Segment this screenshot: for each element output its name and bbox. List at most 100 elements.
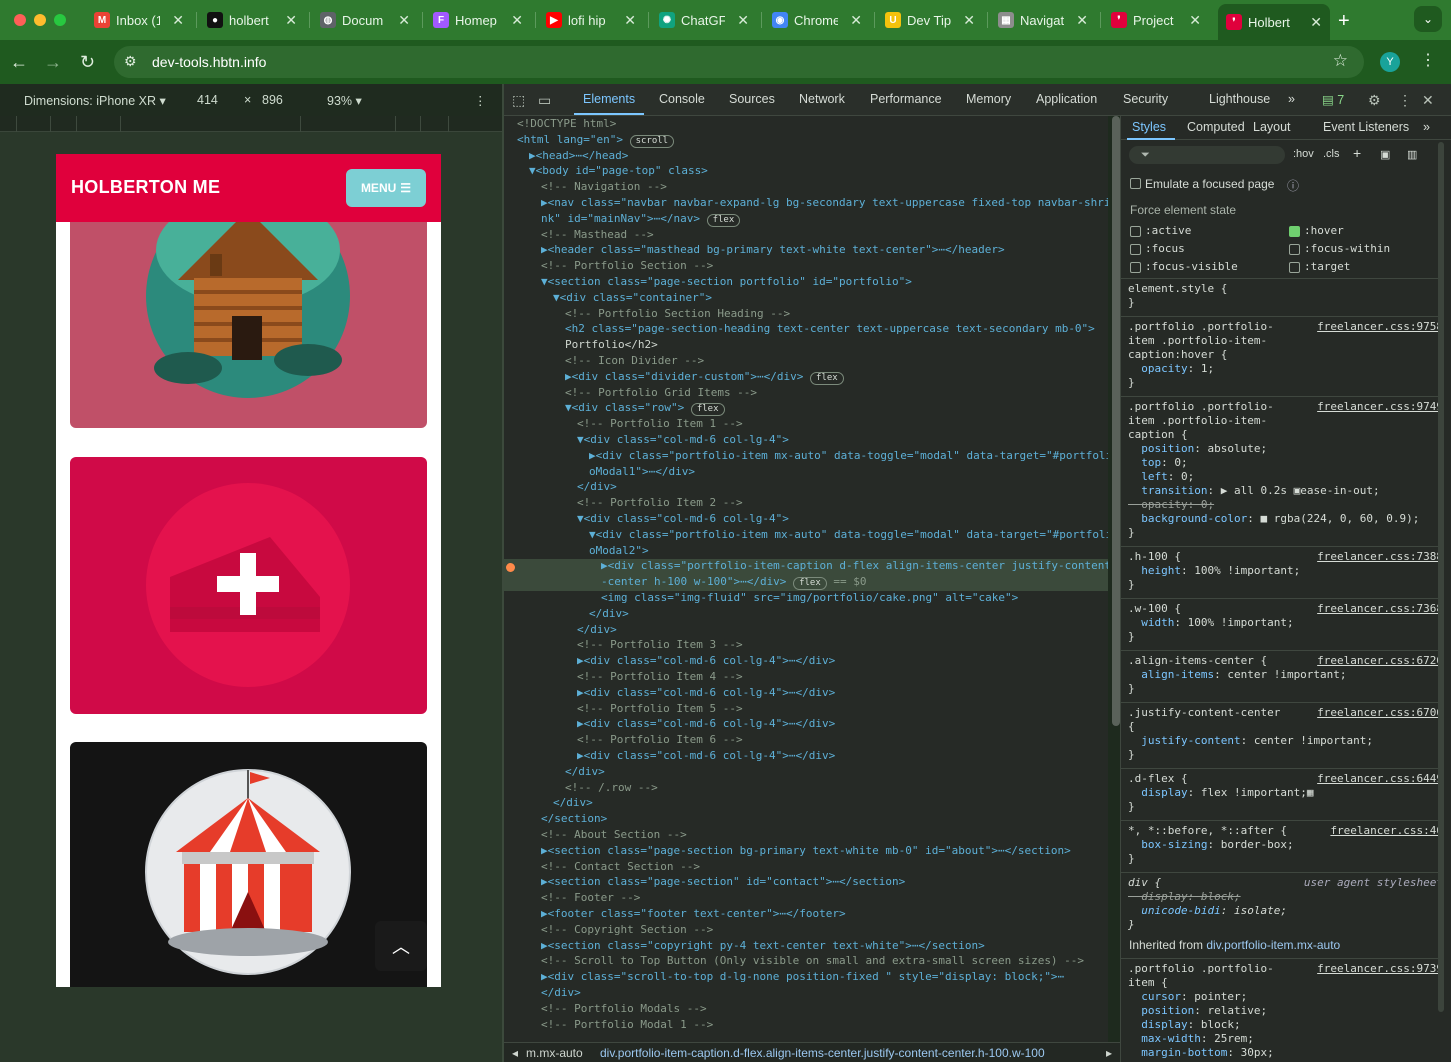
- breadcrumb-scroll-right-icon[interactable]: ▸: [1106, 1046, 1112, 1060]
- reload-icon[interactable]: ↻: [80, 52, 95, 73]
- dom-node-line[interactable]: <!-- Portfolio Section Heading -->: [504, 307, 1108, 323]
- dom-node-line[interactable]: <!-- Portfolio Grid Items -->: [504, 386, 1108, 402]
- devtools-tab-security[interactable]: Security: [1123, 92, 1168, 106]
- dom-node-line[interactable]: <!-- Portfolio Item 4 -->: [504, 670, 1108, 686]
- css-rule-line[interactable]: opacity: 1;: [1128, 362, 1214, 375]
- close-tab-icon[interactable]: ✕: [285, 12, 297, 29]
- layout-badge[interactable]: scroll: [629, 134, 675, 148]
- dom-node-line[interactable]: </div>: [504, 765, 1108, 781]
- dom-node-line[interactable]: <!-- Portfolio Item 3 -->: [504, 638, 1108, 654]
- selected-dom-node[interactable]: ▶<div class="portfolio-item-caption d-fl…: [504, 559, 1108, 576]
- dom-node-line[interactable]: <!-- Portfolio Section -->: [504, 259, 1108, 275]
- dom-node-line[interactable]: nk" id="mainNav">⋯</nav> flex: [504, 212, 1108, 228]
- dom-tree-scrollbar[interactable]: [1112, 116, 1120, 726]
- styles-tab[interactable]: Event Listeners: [1323, 120, 1409, 134]
- dom-node-line[interactable]: ▶<div class="col-md-6 col-lg-4">⋯</div>: [504, 749, 1108, 765]
- dom-node-line[interactable]: </div>: [504, 986, 1108, 1002]
- browser-tab[interactable]: F Homep ✕: [425, 6, 531, 34]
- forward-arrow-icon[interactable]: →: [44, 52, 62, 73]
- dom-node-line[interactable]: Portfolio</h2>: [504, 338, 1108, 354]
- browser-tab[interactable]: ▦ Navigat ✕: [990, 6, 1096, 34]
- dom-node-line[interactable]: <!-- Contact Section -->: [504, 860, 1108, 876]
- css-rule-line[interactable]: justify-content: center !important;: [1128, 734, 1373, 747]
- scroll-to-top-button[interactable]: ︿: [375, 921, 427, 971]
- settings-gear-icon[interactable]: ⚙: [1368, 92, 1381, 109]
- close-window-button[interactable]: [14, 14, 26, 26]
- css-rule-line[interactable]: width: 100% !important;: [1128, 616, 1293, 629]
- dom-node-line[interactable]: </div>: [504, 623, 1108, 639]
- device-dimensions-select[interactable]: Dimensions: iPhone XR ▾: [24, 93, 166, 108]
- close-tab-icon[interactable]: ✕: [1310, 14, 1322, 31]
- browser-tab[interactable]: ◉ Chrome ✕: [764, 6, 870, 34]
- styles-tab[interactable]: Computed: [1187, 120, 1245, 134]
- css-rule-line[interactable]: unicode-bidi: isolate;: [1128, 904, 1287, 917]
- css-rule-line[interactable]: transition: ▶ all 0.2s ▣ease-in-out;: [1128, 484, 1379, 497]
- dom-node-line[interactable]: <!-- About Section -->: [504, 828, 1108, 844]
- dom-node-line[interactable]: ▼<div class="col-md-6 col-lg-4">: [504, 512, 1108, 528]
- devtools-tab-sources[interactable]: Sources: [729, 92, 775, 106]
- css-rule-line[interactable]: top: 0;: [1128, 456, 1187, 469]
- dom-node-line[interactable]: </div>: [504, 480, 1108, 496]
- dom-node-line[interactable]: ▶<div class="scroll-to-top d-lg-none pos…: [504, 970, 1108, 986]
- dom-node-line[interactable]: ▼<div class="col-md-6 col-lg-4">: [504, 433, 1108, 449]
- state-checkbox[interactable]: [1130, 226, 1141, 237]
- dom-node-line[interactable]: <!-- Portfolio Item 2 -->: [504, 496, 1108, 512]
- browser-tab[interactable]: ▶ lofi hip ✕: [538, 6, 644, 34]
- minimize-window-button[interactable]: [34, 14, 46, 26]
- dom-node-line[interactable]: ▶<section class="copyright py-4 text-cen…: [504, 939, 1108, 955]
- styles-tab[interactable]: Layout: [1253, 120, 1291, 134]
- dom-node-line[interactable]: ▼<body id="page-top" class>: [504, 164, 1108, 180]
- dom-node-line[interactable]: </div>: [504, 607, 1108, 623]
- dom-node-line[interactable]: ▶<section class="page-section" id="conta…: [504, 875, 1108, 891]
- rule-source-link[interactable]: freelancer.css:6726: [1317, 654, 1443, 667]
- dom-node-line[interactable]: <!-- Icon Divider -->: [504, 354, 1108, 370]
- dom-node-line[interactable]: <!-- Footer -->: [504, 891, 1108, 907]
- css-rule-line[interactable]: display: flex !important;▦: [1128, 786, 1313, 799]
- rule-source-link[interactable]: freelancer.css:7368: [1317, 602, 1443, 615]
- site-info-icon[interactable]: ⚙: [124, 53, 137, 70]
- css-rule-line[interactable]: box-sizing: border-box;: [1128, 838, 1293, 851]
- close-tab-icon[interactable]: ✕: [1189, 12, 1201, 29]
- dom-node-line[interactable]: oModal1">⋯</div>: [504, 465, 1108, 481]
- new-style-rule-icon[interactable]: +: [1353, 145, 1361, 161]
- css-rule-line[interactable]: position: absolute;: [1128, 442, 1267, 455]
- dom-node-line[interactable]: <h2 class="page-section-heading text-cen…: [504, 322, 1108, 338]
- portfolio-item-circus[interactable]: [70, 742, 427, 987]
- dom-node-line[interactable]: <!-- Portfolio Item 5 -->: [504, 702, 1108, 718]
- dom-node-line[interactable]: ▶<nav class="navbar navbar-expand-lg bg-…: [504, 196, 1108, 212]
- layout-badge[interactable]: flex: [810, 371, 844, 385]
- browser-tab[interactable]: M Inbox (1 ✕: [86, 6, 192, 34]
- back-arrow-icon[interactable]: ←: [10, 52, 28, 73]
- dom-node-line[interactable]: </section>: [504, 812, 1108, 828]
- browser-tab[interactable]: ❜ Project ✕: [1103, 6, 1209, 34]
- help-icon[interactable]: ⓘ: [1287, 177, 1299, 194]
- dom-node-line[interactable]: ▶<div class="col-md-6 col-lg-4">⋯</div>: [504, 654, 1108, 670]
- devtools-tab-application[interactable]: Application: [1036, 92, 1097, 106]
- styles-scrollbar[interactable]: [1438, 142, 1444, 1012]
- breadcrumb-selected[interactable]: div.portfolio-item-caption.d-flex.align-…: [600, 1046, 1045, 1060]
- dom-node-line[interactable]: <!-- Masthead -->: [504, 228, 1108, 244]
- menu-button[interactable]: MENU ☰: [346, 169, 426, 207]
- close-tab-icon[interactable]: ✕: [511, 12, 523, 29]
- devtools-tab-performance[interactable]: Performance: [870, 92, 942, 106]
- browser-tab[interactable]: ✺ ChatGF ✕: [651, 6, 757, 34]
- breakpoint-dot[interactable]: [506, 563, 515, 573]
- inherited-rule-line[interactable]: margin-bottom: 30px;: [1128, 1046, 1273, 1059]
- layout-badge[interactable]: flex: [793, 577, 827, 591]
- state-checkbox[interactable]: [1289, 262, 1300, 273]
- dom-node-line[interactable]: <html lang="en"> scroll: [504, 133, 1108, 149]
- dom-node-line[interactable]: oModal2">: [504, 544, 1108, 560]
- dom-node-line[interactable]: ▶<div class="col-md-6 col-lg-4">⋯</div>: [504, 717, 1108, 733]
- close-tab-icon[interactable]: ✕: [850, 12, 862, 29]
- inherited-rule-line[interactable]: display: block;: [1128, 1018, 1240, 1031]
- state-checkbox[interactable]: [1130, 244, 1141, 255]
- css-rule-line[interactable]: left: 0;: [1128, 470, 1194, 483]
- layout-badge[interactable]: flex: [690, 403, 725, 417]
- dom-node-line[interactable]: ▼<div class="container">: [504, 291, 1108, 307]
- bookmark-star-icon[interactable]: ☆: [1333, 51, 1348, 71]
- devtools-tab-console[interactable]: Console: [659, 92, 705, 106]
- portfolio-item-cake-hovered[interactable]: [70, 457, 427, 714]
- site-brand[interactable]: HOLBERTON ME: [71, 177, 220, 198]
- inherited-rule-line[interactable]: max-width: 25rem;: [1128, 1032, 1254, 1045]
- dom-node-line[interactable]: <!-- /.row -->: [504, 781, 1108, 797]
